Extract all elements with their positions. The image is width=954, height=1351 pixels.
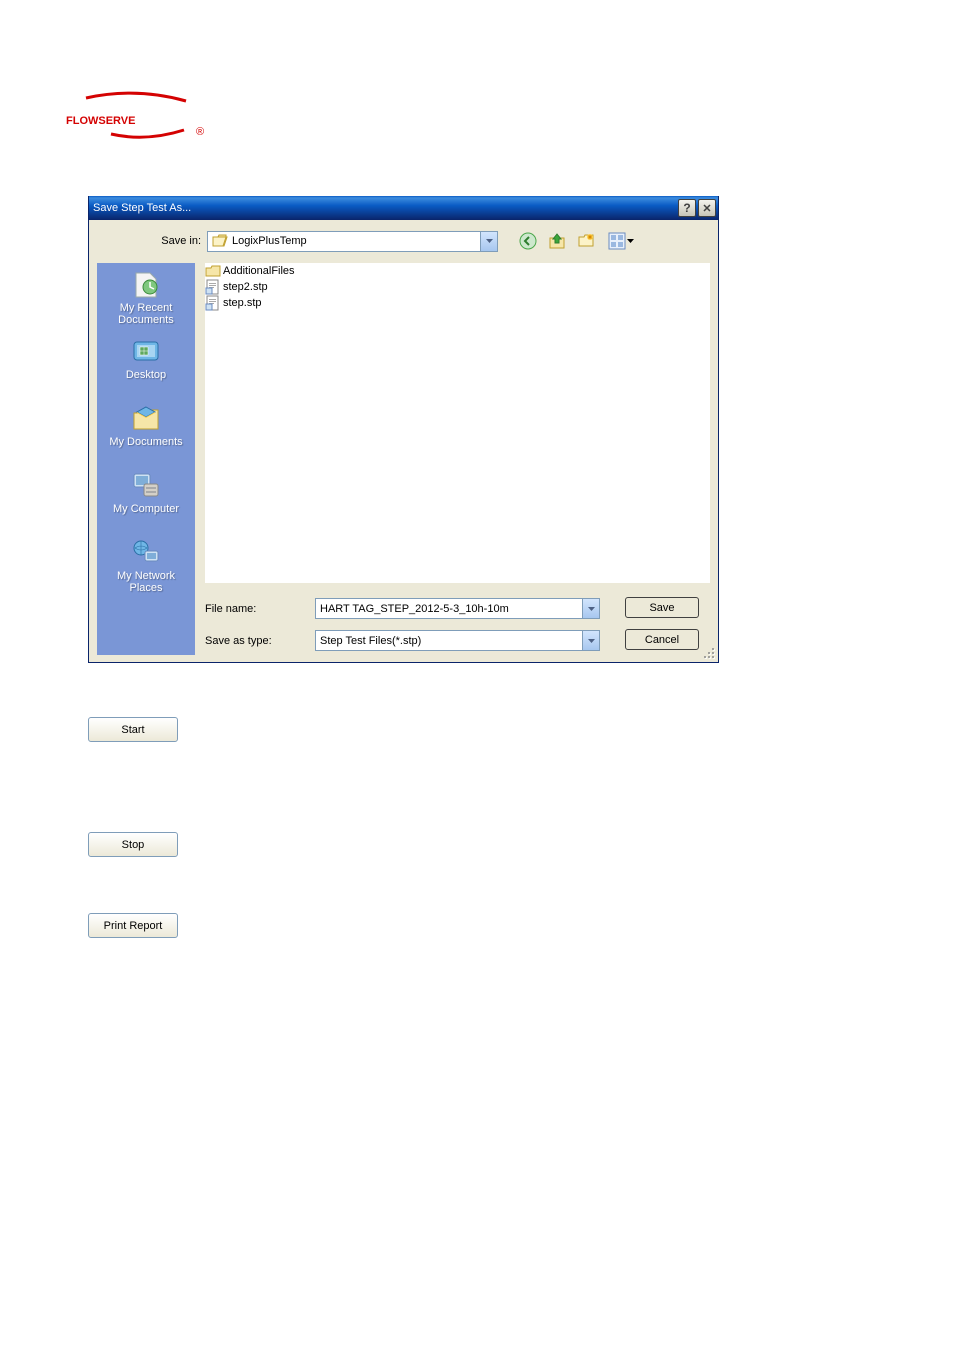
place-my-computer[interactable]: My Computer <box>97 464 195 519</box>
save-in-value: LogixPlusTemp <box>232 235 480 247</box>
file-list[interactable]: AdditionalFiles step2.stp step.stp <box>205 263 710 583</box>
help-button[interactable]: ? <box>678 199 696 217</box>
save-button[interactable]: Save <box>625 597 699 618</box>
save-as-type-value: Step Test Files(*.stp) <box>320 635 421 647</box>
places-bar: My RecentDocuments Desktop My Documents <box>97 263 195 655</box>
save-in-combo[interactable]: LogixPlusTemp <box>207 231 498 252</box>
file-name-input[interactable]: HART TAG_STEP_2012-5-3_10h-10m <box>315 598 600 619</box>
list-item[interactable]: step.stp <box>205 295 710 311</box>
place-my-documents[interactable]: My Documents <box>97 397 195 452</box>
place-my-network-places[interactable]: My NetworkPlaces <box>97 531 195 598</box>
start-button[interactable]: Start <box>88 717 178 742</box>
my-computer-icon <box>130 470 162 502</box>
place-label: My Computer <box>113 503 179 515</box>
network-places-icon <box>130 537 162 569</box>
save-in-label: Save in: <box>89 235 201 247</box>
flowserve-logo: FLOWSERVE ® <box>66 90 206 148</box>
back-icon[interactable] <box>518 231 538 251</box>
file-name: step.stp <box>223 297 262 309</box>
list-item[interactable]: step2.stp <box>205 279 710 295</box>
dialog-title: Save Step Test As... <box>93 202 678 214</box>
stop-button[interactable]: Stop <box>88 832 178 857</box>
save-as-type-label: Save as type: <box>205 635 315 647</box>
place-desktop[interactable]: Desktop <box>97 330 195 385</box>
print-report-button[interactable]: Print Report <box>88 913 178 938</box>
folder-icon <box>205 263 221 279</box>
list-item[interactable]: AdditionalFiles <box>205 263 710 279</box>
chevron-down-icon[interactable] <box>582 631 599 650</box>
resize-grip-icon[interactable] <box>704 648 716 660</box>
save-dialog: Save Step Test As... ? ✕ Save in: LogixP… <box>88 196 719 663</box>
views-menu-button[interactable] <box>605 230 637 252</box>
folder-open-icon <box>212 234 228 248</box>
dialog-titlebar[interactable]: Save Step Test As... ? ✕ <box>89 196 718 220</box>
my-documents-icon <box>130 403 162 435</box>
place-label: My Documents <box>109 436 182 448</box>
file-name-label: File name: <box>205 603 315 615</box>
recent-documents-icon <box>130 269 162 301</box>
place-label: My RecentDocuments <box>118 302 174 326</box>
place-my-recent-documents[interactable]: My RecentDocuments <box>97 263 195 330</box>
svg-text:®: ® <box>196 126 204 138</box>
save-as-type-combo[interactable]: Step Test Files(*.stp) <box>315 630 600 651</box>
cancel-button[interactable]: Cancel <box>625 629 699 650</box>
chevron-down-icon[interactable] <box>582 599 599 618</box>
file-name: AdditionalFiles <box>223 265 295 277</box>
chevron-down-icon[interactable] <box>480 232 497 251</box>
new-folder-icon[interactable] <box>576 231 596 251</box>
file-name-value: HART TAG_STEP_2012-5-3_10h-10m <box>320 603 509 615</box>
place-label: Desktop <box>126 369 166 381</box>
file-icon <box>205 295 221 311</box>
place-label: My NetworkPlaces <box>117 570 175 594</box>
up-one-level-icon[interactable] <box>547 231 567 251</box>
svg-text:FLOWSERVE: FLOWSERVE <box>66 115 135 127</box>
close-button[interactable]: ✕ <box>698 199 716 217</box>
file-name: step2.stp <box>223 281 268 293</box>
file-icon <box>205 279 221 295</box>
desktop-icon <box>130 336 162 368</box>
